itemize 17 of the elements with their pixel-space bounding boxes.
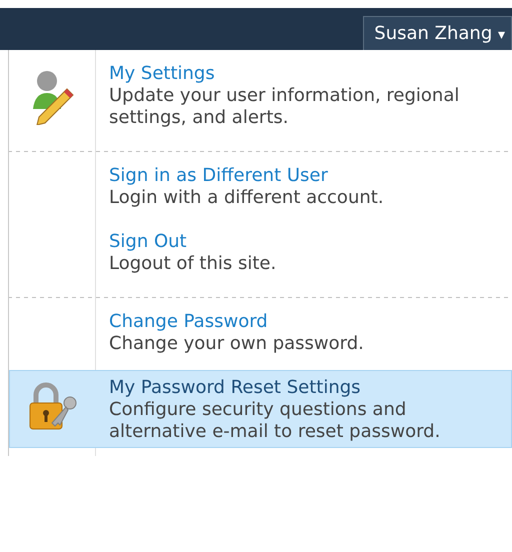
menu-item[interactable]: Sign Out Logout of this site. — [9, 224, 512, 290]
menu-item-description: Logout of this site. — [109, 253, 278, 275]
menu-item-description: Change your own password. — [109, 333, 365, 355]
menu-item-title: My Password Reset Settings — [109, 377, 362, 399]
menu-item-title: Change Password — [109, 311, 269, 333]
menu-item-title: Sign in as Different User — [109, 165, 329, 187]
menu-item[interactable]: My Password Reset Settings Configure security questions and alternative e-mail to reset password. — [9, 370, 512, 448]
menu-item-title: Sign Out — [109, 231, 188, 253]
menu-item-description: Update your user information, regional settings, and alerts. — [109, 85, 460, 129]
lock-key-icon — [28, 381, 78, 431]
menu-item-description: Configure security questions and alternative e-mail to reset password. — [109, 399, 442, 443]
menu-item-description: Login with a different account. — [109, 187, 385, 209]
menu-item[interactable]: Change Password Change your own password. — [9, 304, 512, 370]
menu-item[interactable]: Sign in as Different User Login with a different account. — [9, 158, 512, 224]
menu-item[interactable]: My Settings Update your user information, regional settings, and alerts. — [9, 56, 512, 144]
menu-item-title: My Settings — [109, 63, 216, 85]
user-menu-button[interactable]: Susan Zhang ▾ — [363, 16, 512, 50]
